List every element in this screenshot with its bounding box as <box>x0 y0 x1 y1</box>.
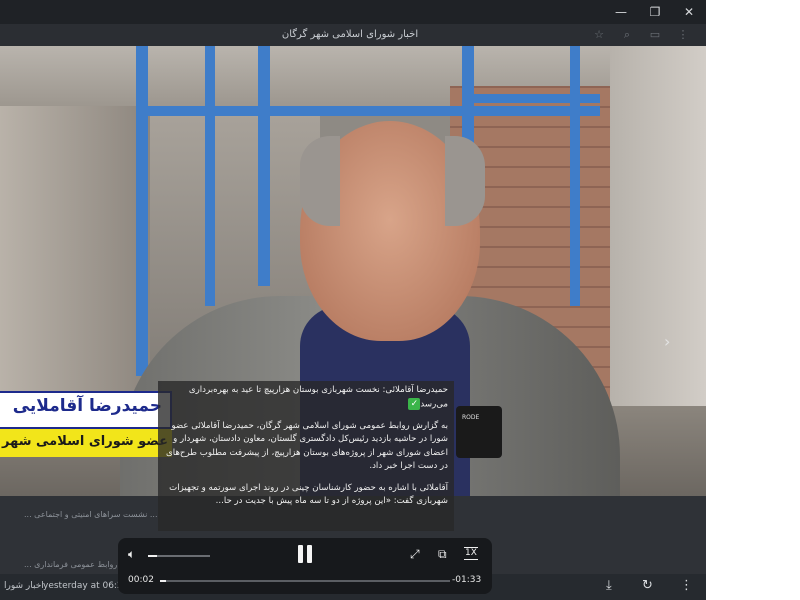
search-icon[interactable]: ⌕ <box>620 28 634 42</box>
scaffold-pipe <box>140 106 600 116</box>
pause-button[interactable] <box>296 545 314 565</box>
maximize-button[interactable]: ❐ <box>638 0 672 24</box>
volume-fill <box>148 555 158 557</box>
caption-paragraph: به گزارش روابط عمومی شورای اسلامی شهر گر… <box>166 420 448 472</box>
player-controls: 🔈︎ ⤢ ⧉ 1X 00:02 -01:33 <box>118 538 492 594</box>
minimize-button[interactable]: — <box>604 0 638 24</box>
mic-brand: RODE <box>462 414 480 421</box>
lower-third-role-box: عضو شورای اسلامی شهر گرگان <box>0 429 172 457</box>
volume-icon[interactable]: 🔈︎ <box>128 547 135 562</box>
next-media-chevron-icon[interactable]: › <box>664 332 670 351</box>
lower-third-role: عضو شورای اسلامی شهر گرگان <box>0 434 168 449</box>
check-icon: ✓ <box>408 397 421 410</box>
caption-paragraph: آقاملائی با اشاره به حضور کارشناسان چینی… <box>169 482 448 507</box>
scaffold-pipe <box>470 94 600 103</box>
chat-message-preview: ... نشست سرا‌های امنیتی و اجتماعی ... <box>24 510 158 519</box>
scaffold-pipe <box>570 46 580 306</box>
media-caption: حمیدرضا آقاملائی: نخست شهربازی بوستان هز… <box>158 381 454 531</box>
more-options-icon[interactable]: ⋮ <box>680 578 693 593</box>
current-time: 00:02 <box>128 575 154 585</box>
more-icon[interactable]: ⋮ <box>676 28 690 42</box>
channel-name[interactable]: اخبار شورا <box>4 581 44 591</box>
viewer-header: اخبار شورای اسلامی شهر گرگان ☆ ⌕ ▭ ⋮ <box>0 24 706 46</box>
fullscreen-icon[interactable]: ⤢ <box>410 547 420 562</box>
channel-title: اخبار شورای اسلامی شهر گرگان <box>281 29 419 40</box>
post-time: yesterday at 06:2 <box>43 581 123 591</box>
playback-speed-button[interactable]: 1X <box>464 547 478 560</box>
lower-third-name-box: حمیدرضا آقاملایی <box>0 391 172 429</box>
download-icon[interactable]: ⤓ <box>606 578 612 593</box>
lower-third-name: حمیدرضا آقاملایی <box>12 396 162 416</box>
chat-message-preview: ... روابط عمومی فرمانداری ... <box>24 560 128 569</box>
pause-icon <box>307 545 312 563</box>
seek-bar[interactable] <box>160 580 450 582</box>
share-icon[interactable]: ↻ <box>642 578 653 593</box>
seek-progress <box>160 580 166 582</box>
picture-in-picture-icon[interactable]: ⧉ <box>438 547 447 562</box>
close-button[interactable]: ✕ <box>672 0 706 24</box>
title-bar: — ❐ ✕ <box>0 0 706 24</box>
sidebar-icon[interactable]: ▭ <box>648 28 662 42</box>
telegram-window: — ❐ ✕ اخبار شورای اسلامی شهر گرگان ☆ ⌕ ▭… <box>0 0 706 600</box>
pause-icon <box>298 545 303 563</box>
star-icon[interactable]: ☆ <box>592 28 606 42</box>
person-hair <box>445 136 485 226</box>
remaining-time: -01:33 <box>452 575 482 585</box>
scaffold-pipe <box>136 46 148 376</box>
lapel-mic: RODE <box>456 406 502 458</box>
scaffold-pipe <box>205 46 215 306</box>
scaffold-pipe <box>258 46 270 286</box>
volume-slider[interactable] <box>148 555 210 557</box>
person-hair <box>300 136 340 226</box>
